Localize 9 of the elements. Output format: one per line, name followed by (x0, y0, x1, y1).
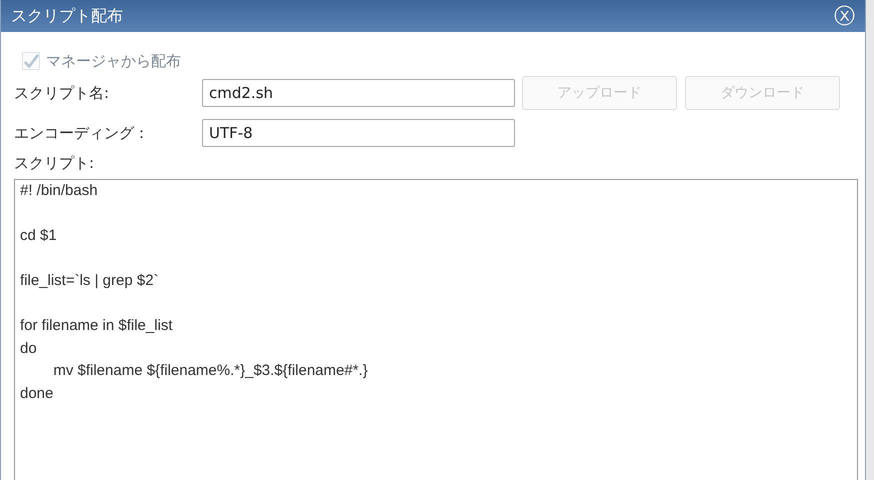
script-editor[interactable]: #! /bin/bash cd $1 file_list=`ls | grep $2` for filename in $file_list do mv $filename ${filename%.*}_$3.${filename#*.} done (14, 179, 858, 480)
input-field[interactable]: cmd2.sh (202, 79, 515, 107)
field-label: スクリプト名: (14, 84, 110, 102)
checkbox-label: マネージャから配布 (46, 52, 181, 70)
window-title: スクリプト配布 (11, 6, 123, 26)
field-label: エンコーディング： (14, 124, 150, 142)
close-button[interactable]: ⓧ (834, 6, 855, 26)
field-label: スクリプト: (14, 154, 96, 173)
input-field[interactable]: UTF-8 (202, 119, 515, 147)
